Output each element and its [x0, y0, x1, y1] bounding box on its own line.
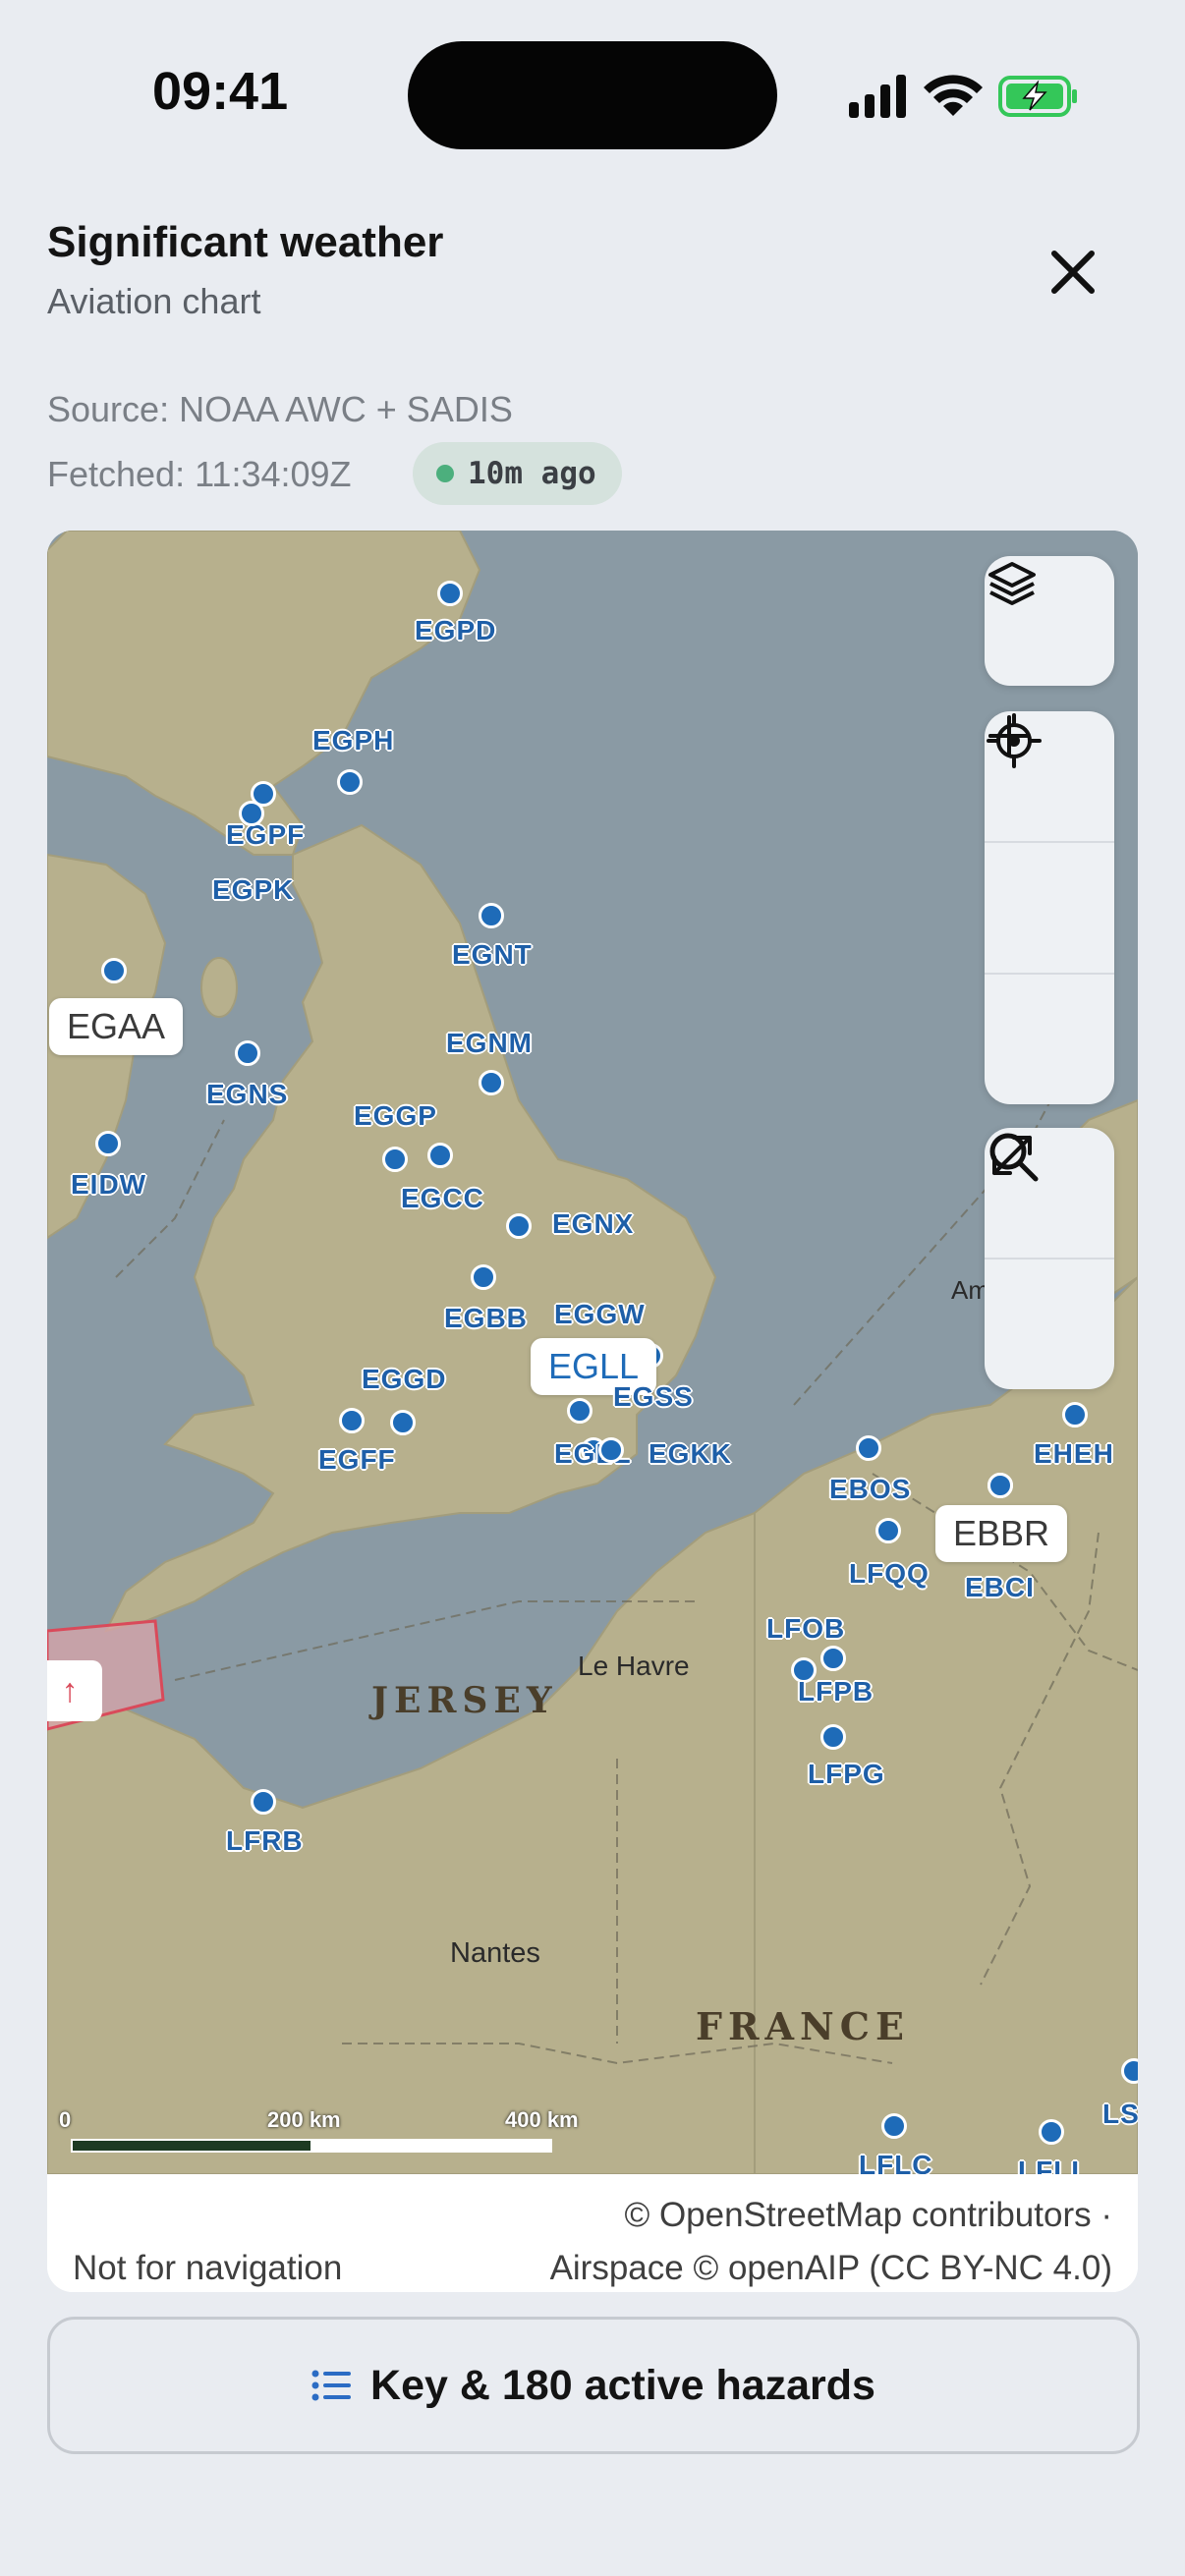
status-dot-icon [436, 465, 454, 482]
airport-label-lfpg[interactable]: LFPG [808, 1759, 885, 1790]
signal-icon [849, 75, 906, 118]
zoom-out-button[interactable] [985, 734, 1114, 973]
airport-marker-ebci[interactable] [988, 1473, 1013, 1498]
airport-marker-egkk[interactable] [598, 1437, 624, 1463]
airport-marker-egaa[interactable] [101, 958, 127, 983]
airport-label-lfqq[interactable]: LFQQ [849, 1558, 930, 1590]
page-title: Significant weather [47, 218, 444, 266]
wifi-icon [924, 75, 983, 116]
not-for-navigation-text: Not for navigation [73, 2249, 343, 2287]
map-card: EGPD EGPH EGPF EGPK EGNT EGAA EGNM EGNS EGGP EIDW… [47, 531, 1138, 2292]
airport-label-egcc[interactable]: EGCC [401, 1183, 484, 1214]
scale-label-0: 0 [59, 2107, 72, 2132]
layers-icon [988, 562, 1036, 605]
age-label: 10m ago [468, 456, 596, 491]
airport-marker-eidw[interactable] [95, 1131, 121, 1156]
place-label-le-havre: Le Havre [578, 1651, 690, 1681]
airport-label-eidw[interactable]: EIDW [71, 1169, 146, 1201]
airport-label-egpk[interactable]: EGPK [212, 874, 294, 906]
airport-label-lfpb[interactable]: LFPB [798, 1676, 874, 1708]
attribution-openaip[interactable]: Airspace © openAIP (CC BY-NC 4.0) [550, 2249, 1112, 2288]
key-hazards-button[interactable]: Key & 180 active hazards [47, 2317, 1140, 2454]
expand-icon [992, 1136, 1032, 1175]
airport-label-lflc[interactable]: LFLC [859, 2150, 933, 2174]
airport-label-lfrb[interactable]: LFRB [226, 1825, 304, 1857]
airport-label-egns[interactable]: EGNS [206, 1079, 288, 1110]
place-label-jersey: JERSEY [371, 1680, 558, 1721]
airport-label-egff[interactable]: EGFF [318, 1444, 396, 1476]
place-label-nantes: Nantes [450, 1937, 540, 1969]
airport-label-egaa[interactable]: EGAA [49, 998, 184, 1055]
battery-icon [998, 76, 1077, 117]
zoom-controls [985, 711, 1114, 1104]
airport-label-eggp[interactable]: EGGP [354, 1100, 437, 1132]
airport-marker-egbb[interactable] [471, 1264, 496, 1290]
close-icon [1051, 251, 1095, 294]
airport-marker-ebos[interactable] [856, 1435, 881, 1461]
airport-label-egkk[interactable]: EGKK [649, 1438, 732, 1470]
airport-marker-lflc[interactable] [881, 2113, 907, 2139]
locate-button[interactable] [985, 713, 1114, 1104]
fetched-text: Fetched: 11:34:09Z [47, 454, 352, 494]
airport-marker-lfpg[interactable] [820, 1724, 846, 1750]
search-expand-controls [985, 1128, 1114, 1389]
airport-marker-lfrb[interactable] [251, 1789, 276, 1815]
airport-label-eheh[interactable]: EHEH [1034, 1438, 1114, 1470]
airport-label-egpf[interactable]: EGPF [226, 819, 305, 851]
airport-label-egnx[interactable]: EGNX [552, 1208, 634, 1240]
expand-button[interactable] [985, 1136, 1114, 1389]
airport-label-ebbr[interactable]: EBBR [935, 1505, 1068, 1562]
airport-marker-lfpb[interactable] [820, 1646, 846, 1671]
scale-bar: 0 200 km 400 km [59, 2107, 592, 2156]
age-badge: 10m ago [413, 442, 622, 505]
airport-marker-egff[interactable] [390, 1410, 416, 1435]
airport-marker-lfqq[interactable] [875, 1518, 901, 1543]
airport-label-egnt[interactable]: EGNT [452, 939, 533, 971]
list-icon [311, 2370, 352, 2401]
source-text: Source: NOAA AWC + SADIS [47, 389, 513, 429]
airport-marker-egph[interactable] [337, 769, 363, 795]
airport-marker-egss[interactable] [567, 1398, 592, 1424]
layers-button[interactable] [985, 556, 1114, 686]
airport-label-egss[interactable]: EGSS [613, 1381, 694, 1413]
airport-label-ebos[interactable]: EBOS [829, 1474, 911, 1505]
place-label-france: FRANCE [696, 2004, 910, 2048]
airport-marker-eggd[interactable] [339, 1408, 365, 1433]
airport-marker-egnt[interactable] [479, 903, 504, 928]
scale-label-400: 400 km [505, 2107, 579, 2132]
weather-map[interactable]: EGPD EGPH EGPF EGPK EGNT EGAA EGNM EGNS EGGP EIDW… [47, 531, 1138, 2174]
close-button[interactable] [1034, 238, 1112, 307]
airport-marker-egpk[interactable] [239, 801, 264, 826]
airport-marker-egcc[interactable] [427, 1143, 453, 1168]
airport-label-egnm[interactable]: EGNM [446, 1028, 533, 1059]
hazard-arrow-chip[interactable]: ↑ [47, 1660, 102, 1721]
airport-label-lfll[interactable]: LFLL [1018, 2156, 1089, 2174]
page-subtitle: Aviation chart [47, 281, 261, 321]
airport-marker-eheh[interactable] [1062, 1402, 1088, 1428]
status-icons [847, 71, 1083, 124]
attribution-osm[interactable]: © OpenStreetMap contributors · [624, 2196, 1112, 2235]
airport-marker-egpd[interactable] [437, 581, 463, 606]
airport-label-egph[interactable]: EGPH [312, 725, 394, 756]
airport-marker-egnx[interactable] [506, 1213, 532, 1239]
airport-label-lsgg[interactable]: LSGG [1102, 2099, 1138, 2130]
airport-marker-eggp[interactable] [382, 1147, 408, 1172]
airport-marker-egnm[interactable] [479, 1070, 504, 1095]
airport-label-egbb[interactable]: EGBB [444, 1303, 528, 1334]
status-time: 09:41 [152, 62, 289, 121]
scale-label-200: 200 km [267, 2107, 341, 2132]
key-hazards-label: Key & 180 active hazards [370, 2361, 875, 2409]
airport-label-egpd[interactable]: EGPD [415, 615, 496, 646]
locate-icon [987, 713, 1042, 768]
airport-marker-egns[interactable] [235, 1040, 260, 1066]
airport-label-lfob[interactable]: LFOB [766, 1613, 845, 1645]
airport-label-eggd[interactable]: EGGD [362, 1364, 446, 1395]
airport-label-ebci[interactable]: EBCI [965, 1572, 1035, 1603]
airport-label-eggw[interactable]: EGGW [554, 1299, 646, 1330]
arrow-up-icon: ↑ [61, 1671, 79, 1709]
dynamic-island [408, 41, 777, 149]
attribution-bar: © OpenStreetMap contributors · Not for n… [47, 2174, 1138, 2292]
airport-marker-lfll[interactable] [1039, 2119, 1064, 2145]
